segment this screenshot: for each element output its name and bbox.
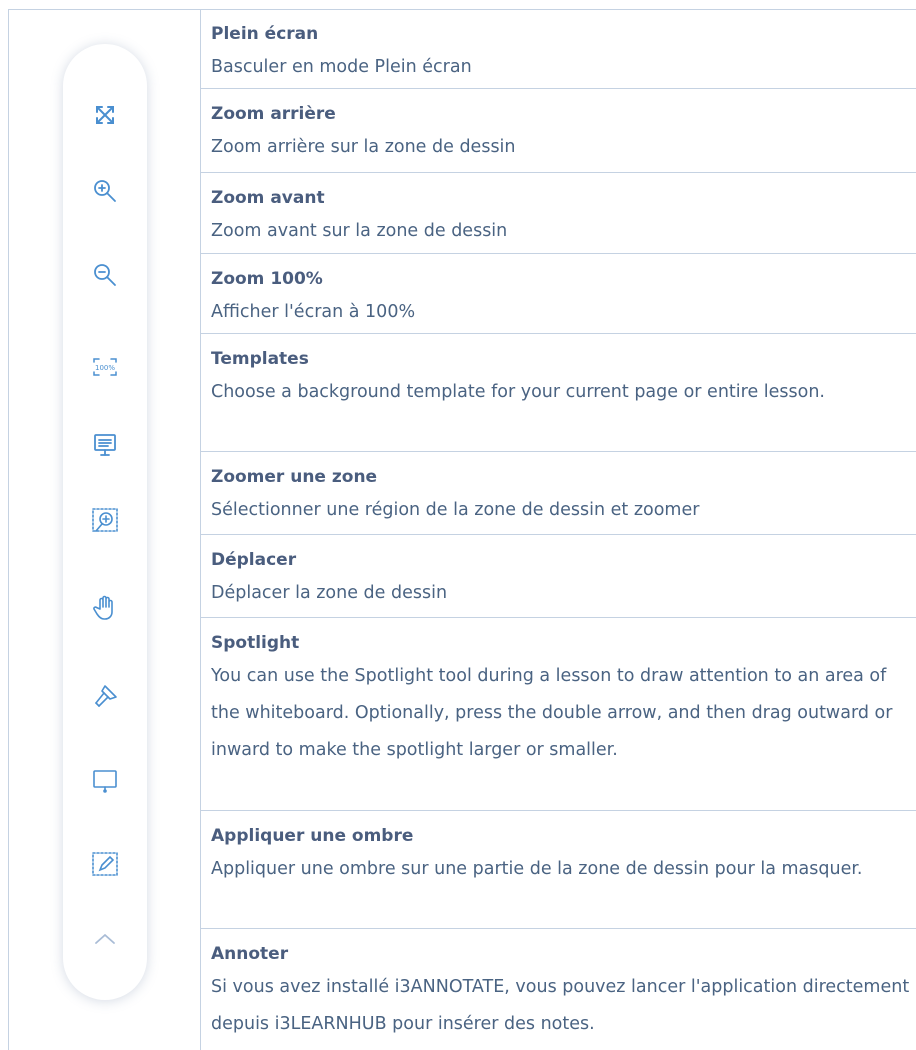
- table-row: Zoomer une zone Sélectionner une région …: [201, 452, 916, 535]
- row-title: Annoter: [211, 944, 289, 964]
- table-row: Plein écran Basculer en mode Plein écran: [201, 9, 916, 89]
- row-title: Déplacer: [211, 550, 297, 570]
- zoom-area-icon[interactable]: [90, 506, 120, 536]
- table-row: Annoter Si vous avez installé i3ANNOTATE…: [201, 929, 916, 1049]
- row-description: Déplacer la zone de dessin: [211, 583, 448, 603]
- table-row: Zoom 100% Afficher l'écran à 100%: [201, 254, 916, 334]
- row-description: Choose a background template for your cu…: [211, 382, 825, 402]
- table-row: Templates Choose a background template f…: [201, 334, 916, 452]
- row-title: Zoom arrière: [211, 104, 336, 124]
- fullscreen-icon[interactable]: [90, 100, 120, 130]
- row-title: Plein écran: [211, 24, 319, 44]
- table-row: Zoom avant Zoom avant sur la zone de des…: [201, 173, 916, 254]
- toolbar-reference-table: Plein écran Basculer en mode Plein écran…: [201, 9, 916, 1049]
- screen-shade-icon[interactable]: [90, 766, 120, 796]
- table-row: Déplacer Déplacer la zone de dessin: [201, 535, 916, 618]
- row-title: Zoom avant: [211, 188, 325, 208]
- annotate-icon[interactable]: [90, 849, 120, 879]
- row-title: Templates: [211, 349, 309, 369]
- row-title: Appliquer une ombre: [211, 826, 414, 846]
- row-description: Afficher l'écran à 100%: [211, 302, 416, 322]
- row-description: Appliquer une ombre sur une partie de la…: [211, 859, 863, 879]
- templates-icon[interactable]: [90, 430, 120, 460]
- table-row: Zoom arrière Zoom arrière sur la zone de…: [201, 89, 916, 173]
- row-title: Zoom 100%: [211, 269, 323, 289]
- zoom-100-icon[interactable]: 100%: [90, 352, 120, 382]
- table-row: Spotlight You can use the Spotlight tool…: [201, 618, 916, 811]
- svg-text:100%: 100%: [95, 364, 115, 372]
- row-title: Zoomer une zone: [211, 467, 378, 487]
- zoom-out-icon[interactable]: [90, 260, 120, 290]
- pan-hand-icon[interactable]: [90, 593, 120, 623]
- row-title: Spotlight: [211, 633, 300, 653]
- row-description: You can use the Spotlight tool during a …: [211, 666, 893, 760]
- zoom-in-icon[interactable]: [90, 176, 120, 206]
- row-description: Sélectionner une région de la zone de de…: [211, 500, 700, 520]
- spotlight-icon[interactable]: [90, 681, 120, 711]
- row-description: Si vous avez installé i3ANNOTATE, vous p…: [211, 977, 910, 1034]
- row-description: Basculer en mode Plein écran: [211, 57, 472, 77]
- toolbar-screenshot: 100%: [63, 44, 147, 1000]
- row-description: Zoom arrière sur la zone de dessin: [211, 137, 516, 157]
- table-row: Appliquer une ombre Appliquer une ombre …: [201, 811, 916, 929]
- row-description: Zoom avant sur la zone de dessin: [211, 221, 508, 241]
- collapse-chevron-icon[interactable]: [90, 924, 120, 954]
